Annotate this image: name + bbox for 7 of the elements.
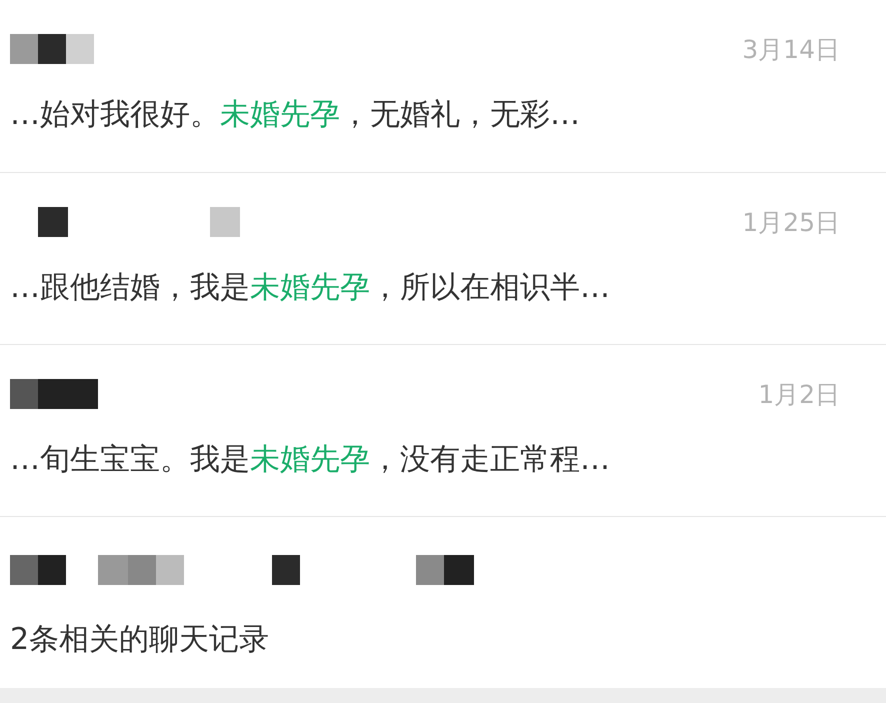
message-snippet[interactable]: …旬生宝宝。我是未婚先孕，没有走正常程… [10,439,840,480]
message-date: 1月25日 [742,206,840,238]
message-date: 1月2日 [758,378,840,410]
message-date: 3月14日 [742,34,840,66]
chat-record-count[interactable]: 2条相关的聊天记录 [10,619,840,660]
message-snippet[interactable]: …始对我很好。未婚先孕，无婚礼，无彩… [10,94,840,135]
message-snippet[interactable]: …跟他结婚，我是未婚先孕，所以在相识半… [10,267,840,308]
